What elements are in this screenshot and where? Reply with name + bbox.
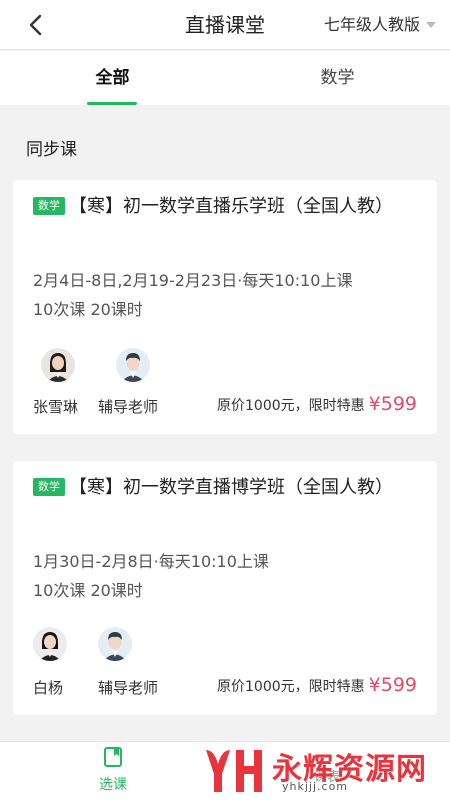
sale-price: ¥599 [368, 393, 417, 415]
grade-selector-label: 七年级人教版 [323, 15, 420, 34]
schedule-lessons: 10次课 20课时 [33, 581, 143, 600]
caret-down-icon [426, 22, 436, 28]
teacher-avatar [41, 348, 75, 382]
watermark-url: yhkjjj.com [282, 780, 349, 793]
course-title-text: 【寒】初一数学直播博学班（全国人教） [69, 477, 393, 498]
course-schedule: 2月4日-8日,2月19-2月23日·每天10:10上课 10次课 20课时 [33, 266, 352, 324]
course-schedule: 1月30日-2月8日·每天10:10上课 10次课 20课时 [33, 547, 269, 605]
teacher-name: 张雪琳 [33, 398, 79, 416]
schedule-lessons: 10次课 20课时 [33, 300, 143, 319]
grade-selector[interactable]: 七年级人教版 [324, 14, 436, 36]
price-info: 原价1000元，限时特惠 ¥599 [217, 674, 417, 696]
original-price: 原价1000元，限时特惠 [217, 679, 365, 695]
nav-item-courses[interactable]: 选课 [88, 746, 138, 794]
tutor-avatar [116, 348, 150, 382]
section-title: 同步课 [26, 140, 77, 160]
tab-all-label: 全部 [95, 68, 130, 88]
watermark-logo [200, 746, 266, 800]
subject-tag: 数学 [33, 197, 65, 215]
course-title: 数学 【寒】初一数学直播博学班（全国人教） [33, 473, 417, 503]
nav-item-label: 选课 [99, 777, 127, 793]
book-icon [104, 747, 122, 767]
teacher-name: 白杨 [33, 679, 64, 697]
tutor-avatar [98, 627, 132, 661]
schedule-dates: 1月30日-2月8日·每天10:10上课 [33, 552, 269, 571]
schedule-dates: 2月4日-8日,2月19-2月23日·每天10:10上课 [33, 271, 353, 290]
tutor-name: 辅导老师 [98, 398, 159, 416]
subject-tag: 数学 [33, 478, 65, 496]
course-card[interactable]: 数学 【寒】初一数学直播乐学班（全国人教） 2月4日-8日,2月19-2月23日·… [13, 180, 437, 434]
original-price: 原价1000元，限时特惠 [217, 398, 365, 414]
teacher-avatar [33, 627, 67, 661]
active-tab-indicator [87, 102, 137, 105]
course-title: 数学 【寒】初一数学直播乐学班（全国人教） [33, 192, 417, 222]
course-card[interactable]: 数学 【寒】初一数学直播博学班（全国人教） 1月30日-2月8日·每天10:10上… [13, 461, 437, 715]
tab-math[interactable]: 数学 [225, 51, 450, 105]
subject-tabs: 全部 数学 [0, 51, 450, 105]
tutor-name: 辅导老师 [98, 679, 159, 697]
tab-all[interactable]: 全部 [0, 51, 225, 105]
price-info: 原价1000元，限时特惠 ¥599 [217, 393, 417, 415]
top-bar: 直播课堂 七年级人教版 [0, 0, 450, 50]
course-title-text: 【寒】初一数学直播乐学班（全国人教） [69, 196, 393, 217]
tab-math-label: 数学 [320, 68, 355, 88]
sale-price: ¥599 [368, 674, 417, 696]
